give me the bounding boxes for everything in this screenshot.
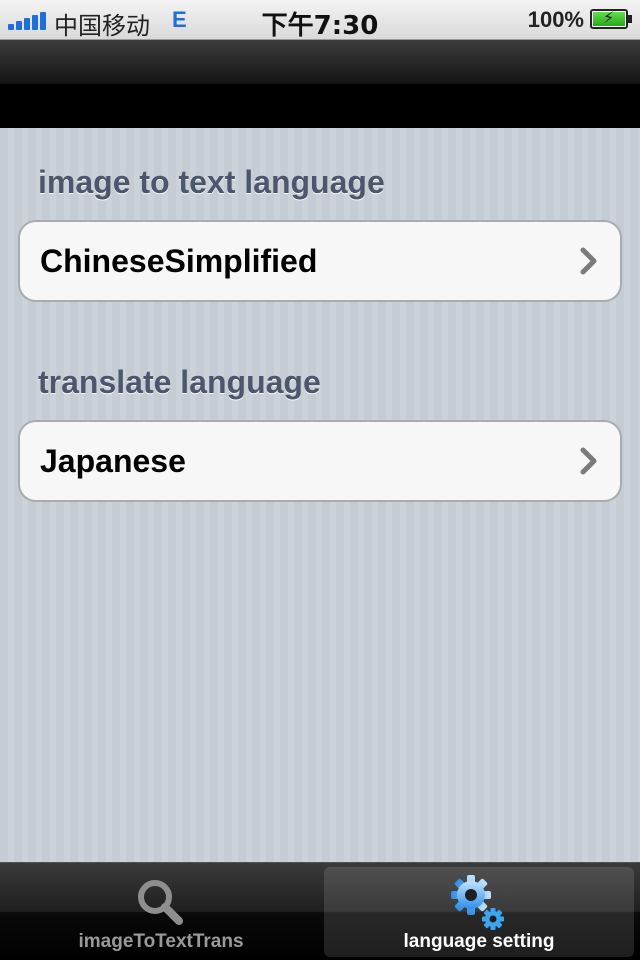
- battery-icon: ⚡: [590, 9, 632, 29]
- chevron-right-icon: [580, 447, 597, 475]
- tab-image-to-text[interactable]: imageToTextTrans: [6, 867, 316, 957]
- section-header-translate: translate language: [38, 364, 321, 400]
- battery-percent: 100%: [527, 7, 584, 32]
- chevron-right-icon: [580, 247, 597, 275]
- tab-label: imageToTextTrans: [78, 931, 244, 952]
- section-header-image-to-text: image to text language: [38, 164, 385, 200]
- tab-language-setting[interactable]: language setting: [324, 867, 634, 957]
- navigation-bar: [0, 40, 640, 128]
- cell-value: Japanese: [40, 442, 186, 479]
- tab-bar: imageToTextTrans language setting: [0, 862, 640, 960]
- magnifier-icon: [138, 880, 183, 925]
- settings-content: image to text language ChineseSimplified…: [0, 128, 640, 862]
- tab-label: language setting: [403, 931, 555, 952]
- translate-language-cell[interactable]: Japanese: [18, 420, 622, 502]
- status-bar: 中国移动 E 下午7:30 100% ⚡: [0, 0, 640, 41]
- image-to-text-language-cell[interactable]: ChineseSimplified: [18, 220, 622, 302]
- gears-icon: [451, 875, 504, 930]
- cell-value: ChineseSimplified: [40, 242, 318, 279]
